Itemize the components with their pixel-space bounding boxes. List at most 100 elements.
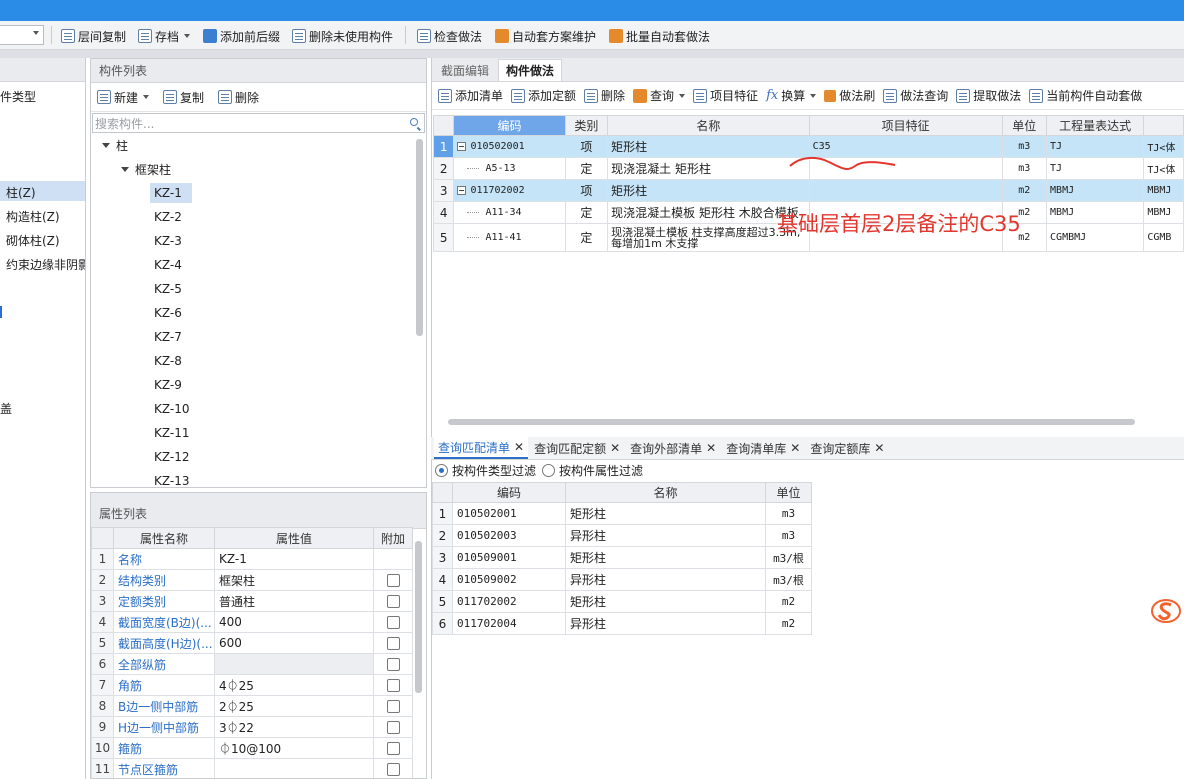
attribute-value[interactable]: ⏀10@100 xyxy=(214,737,374,759)
unit-cell[interactable]: m2 xyxy=(765,590,812,613)
unit-cell[interactable]: m3/根 xyxy=(765,568,812,591)
column-header-name[interactable]: 名称 xyxy=(607,115,810,136)
query-row[interactable]: 4 010509002 异形柱 m3/根 xyxy=(432,568,812,591)
tree-item[interactable]: KZ-1 xyxy=(150,183,192,203)
attribute-value[interactable]: 普通柱 xyxy=(214,590,374,612)
query-row[interactable]: 2 010502003 异形柱 m3 xyxy=(432,524,812,547)
type-item-boundary[interactable]: 约束边缘非阴影 xyxy=(6,256,85,273)
tree-item[interactable]: KZ-12 xyxy=(150,447,192,467)
column-header-code[interactable]: 编码 xyxy=(452,482,566,503)
new-button[interactable]: 新建 xyxy=(97,89,150,106)
attribute-value[interactable]: 4⏀25 xyxy=(214,674,374,696)
filter-by-attribute-radio[interactable] xyxy=(542,464,556,477)
attribute-row[interactable]: 6 全部纵筋 xyxy=(91,653,413,675)
attribute-value[interactable]: 400 xyxy=(214,611,374,633)
delete-unused-button[interactable]: 删除未使用构件 xyxy=(292,26,393,46)
attribute-value[interactable] xyxy=(214,758,374,778)
expression-cell[interactable]: TJ xyxy=(1046,135,1145,158)
tab-match-quota[interactable]: 查询匹配定额 ✕ xyxy=(530,437,624,459)
extra-cell[interactable]: TJ<体 xyxy=(1143,135,1184,158)
attribute-row[interactable]: 11 节点区箍筋 xyxy=(91,758,413,778)
name-cell[interactable]: 矩形柱 xyxy=(607,135,810,158)
column-header-extra[interactable] xyxy=(1143,115,1184,136)
expand-icon[interactable] xyxy=(102,143,110,148)
name-cell[interactable]: 矩形柱 xyxy=(565,546,766,569)
code-cell[interactable]: 010502001 xyxy=(453,135,566,158)
archive-button[interactable]: 存档 xyxy=(138,26,191,46)
column-header-unit[interactable]: 单位 xyxy=(1001,115,1048,136)
item-feature-button[interactable]: 项目特征 xyxy=(693,87,758,104)
attribute-row[interactable]: 5 截面高度(H边)(... 600 xyxy=(91,632,413,654)
feature-cell[interactable] xyxy=(808,179,1003,202)
tree-item[interactable]: KZ-2 xyxy=(150,207,192,227)
code-cell[interactable]: 010502001 xyxy=(452,502,566,525)
column-header-expression[interactable]: 工程量表达式 xyxy=(1046,115,1145,136)
extra-checkbox[interactable] xyxy=(386,658,400,671)
name-cell[interactable]: 矩形柱 xyxy=(565,590,766,613)
expression-cell[interactable]: MBMJ xyxy=(1046,179,1145,202)
tab-external-bill[interactable]: 查询外部清单 ✕ xyxy=(626,437,720,459)
attribute-value[interactable]: 600 xyxy=(214,632,374,654)
extra-checkbox[interactable] xyxy=(386,595,400,608)
delete-method-button[interactable]: 删除 xyxy=(584,87,625,104)
close-icon[interactable]: ✕ xyxy=(790,441,800,455)
name-cell[interactable]: 异形柱 xyxy=(565,568,766,591)
query-row[interactable]: 1 010502001 矩形柱 m3 xyxy=(432,502,812,525)
type-cell[interactable]: 定 xyxy=(564,201,609,224)
close-icon[interactable]: ✕ xyxy=(610,441,620,455)
tree-item[interactable]: KZ-9 xyxy=(150,375,192,395)
extra-checkbox[interactable] xyxy=(386,763,400,776)
expand-icon[interactable] xyxy=(121,167,129,172)
attribute-row[interactable]: 4 截面宽度(B边)(... 400 xyxy=(91,611,413,633)
batch-auto-button[interactable]: 批量自动套做法 xyxy=(609,26,710,46)
close-icon[interactable]: ✕ xyxy=(874,441,884,455)
name-cell[interactable]: 现浇混凝土 矩形柱 xyxy=(607,157,810,180)
column-header-unit[interactable]: 单位 xyxy=(765,482,812,503)
add-quota-button[interactable]: 添加定额 xyxy=(511,87,576,104)
code-cell[interactable]: 010509002 xyxy=(452,568,566,591)
method-row[interactable]: 3 011702002 项矩形柱 m2 MBMJ MBMJ xyxy=(432,179,1184,202)
extra-cell[interactable]: MBMJ xyxy=(1143,201,1184,224)
code-cell[interactable]: A11-41 xyxy=(453,223,566,252)
sogou-ime-icon[interactable] xyxy=(1150,597,1184,625)
unit-cell[interactable]: m2 xyxy=(1001,179,1048,202)
tree-item[interactable]: KZ-4 xyxy=(150,255,192,275)
attribute-value[interactable]: 3⏀22 xyxy=(214,716,374,738)
method-brush-button[interactable]: 做法刷 xyxy=(824,87,875,104)
add-bill-button[interactable]: 添加清单 xyxy=(438,87,503,104)
extra-checkbox[interactable] xyxy=(386,679,400,692)
horizontal-scrollbar[interactable] xyxy=(448,419,1135,425)
tree-node-frame-column[interactable]: 框架柱 xyxy=(121,161,171,178)
query-button[interactable]: 查询 xyxy=(633,87,686,104)
code-cell[interactable]: 010502003 xyxy=(452,524,566,547)
tab-section-edit[interactable]: 截面编辑 xyxy=(434,59,496,81)
extra-cell[interactable]: MBMJ xyxy=(1143,179,1184,202)
attribute-value[interactable]: 框架柱 xyxy=(214,569,374,591)
attribute-value[interactable]: 2⏀25 xyxy=(214,695,374,717)
filter-by-type-label[interactable]: 按构件类型过滤 xyxy=(452,462,536,479)
extra-checkbox[interactable] xyxy=(386,637,400,650)
name-cell[interactable]: 矩形柱 xyxy=(607,179,810,202)
tab-component-method[interactable]: 构件做法 xyxy=(498,59,563,81)
copy-layers-button[interactable]: 层间复制 xyxy=(61,26,126,46)
column-header-name[interactable]: 名称 xyxy=(565,482,766,503)
auto-apply-button[interactable]: 当前构件自动套做 xyxy=(1029,87,1142,104)
attribute-row[interactable]: 8 B边一侧中部筋 2⏀25 xyxy=(91,695,413,717)
extra-checkbox[interactable] xyxy=(386,616,400,629)
convert-button[interactable]: fx 换算 xyxy=(766,87,817,104)
search-input[interactable]: 搜索构件... xyxy=(92,113,425,133)
code-cell[interactable]: 011702002 xyxy=(452,590,566,613)
attribute-row[interactable]: 9 H边一侧中部筋 3⏀22 xyxy=(91,716,413,738)
unit-cell[interactable]: m3 xyxy=(1001,135,1048,158)
column-header-feature[interactable]: 项目特征 xyxy=(808,115,1003,136)
type-item-column[interactable]: 柱(Z) xyxy=(6,184,36,201)
extra-cell[interactable]: CGMB xyxy=(1143,223,1184,252)
add-prefix-button[interactable]: 添加前后缀 xyxy=(203,26,280,46)
extra-checkbox[interactable] xyxy=(386,721,400,734)
attribute-value[interactable]: KZ-1 xyxy=(214,548,374,570)
type-item-constructional-column[interactable]: 构造柱(Z) xyxy=(6,208,60,225)
code-cell[interactable]: A5-13 xyxy=(453,157,566,180)
code-cell[interactable]: 010509001 xyxy=(452,546,566,569)
collapse-icon[interactable] xyxy=(457,141,467,151)
auto-scheme-button[interactable]: 自动套方案维护 xyxy=(495,26,596,46)
